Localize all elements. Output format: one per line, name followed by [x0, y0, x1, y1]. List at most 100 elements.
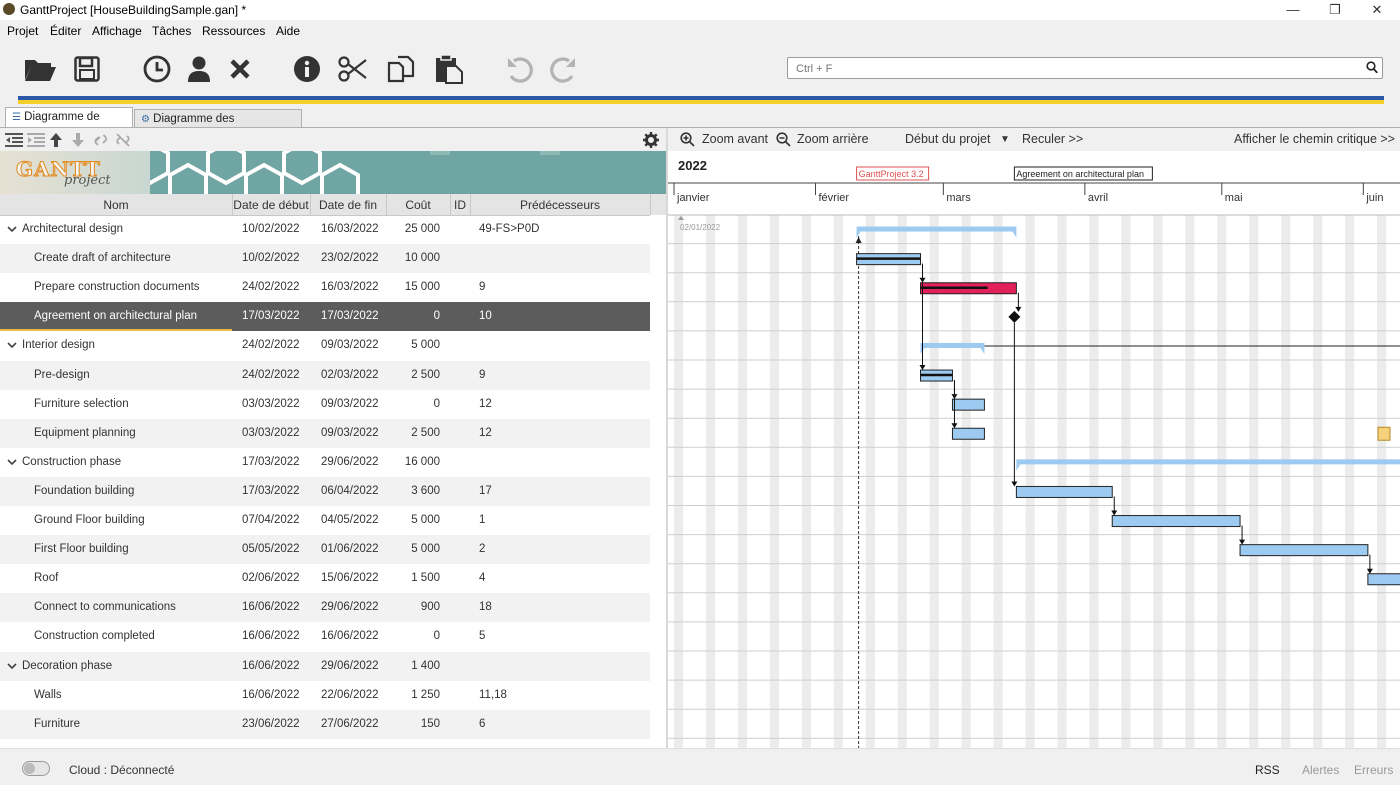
move-up-icon[interactable]: [49, 132, 63, 148]
task-group-row[interactable]: Architectural design10/02/202216/03/2022…: [0, 215, 650, 244]
task-row[interactable]: First Floor building05/05/202201/06/2022…: [0, 535, 650, 564]
save-icon[interactable]: [70, 52, 104, 86]
cut-icon[interactable]: [336, 52, 370, 86]
menu-aide[interactable]: Aide: [276, 24, 300, 38]
tab-resources[interactable]: ⚙ Diagramme des Ressources: [134, 109, 302, 127]
unindent-icon[interactable]: [5, 133, 23, 147]
task-predecessors: 4: [479, 572, 485, 584]
summary-bar-cap: [1012, 232, 1016, 238]
column-header-end[interactable]: Date de fin: [310, 198, 386, 212]
task-row[interactable]: Pre-design24/02/202202/03/20222 5009: [0, 361, 650, 390]
task-bar[interactable]: [952, 399, 984, 410]
alerts-link[interactable]: Alertes: [1302, 763, 1339, 777]
tab-gantt[interactable]: ☰ Diagramme de Gantt: [5, 107, 133, 128]
task-bar[interactable]: [1112, 516, 1240, 527]
close-button[interactable]: ✕: [1354, 0, 1400, 20]
task-name: Create draft of architecture: [34, 252, 171, 264]
copy-icon[interactable]: [384, 52, 418, 86]
chevron-down-icon[interactable]: [7, 340, 17, 350]
search-field[interactable]: [787, 57, 1383, 79]
note-icon[interactable]: [1378, 427, 1390, 440]
task-row[interactable]: Construction completed16/06/202216/06/20…: [0, 622, 650, 651]
task-predecessors: 12: [479, 398, 492, 410]
open-folder-icon[interactable]: [23, 52, 57, 86]
task-bar[interactable]: [952, 428, 984, 439]
zoom-in-button[interactable]: Zoom avant: [702, 132, 768, 146]
zoom-out-icon[interactable]: [776, 132, 791, 147]
gantt-chart[interactable]: 2022janvierfévriermarsavrilmaijuin02/01/…: [668, 151, 1400, 748]
task-cost: 16 000: [380, 456, 440, 468]
weekend-stripe: [1281, 215, 1290, 748]
paste-icon[interactable]: [432, 52, 466, 86]
task-row[interactable]: Ground Floor building07/04/202204/05/202…: [0, 506, 650, 535]
zoom-in-icon[interactable]: [680, 132, 695, 147]
chevron-down-icon[interactable]: [7, 457, 17, 467]
unlink-icon[interactable]: [115, 132, 131, 148]
task-row[interactable]: Furniture selection03/03/202209/03/20220…: [0, 390, 650, 419]
task-row[interactable]: Equipment planning03/03/202209/03/20222 …: [0, 419, 650, 448]
project-start-button[interactable]: Début du projet: [905, 132, 990, 146]
chevron-down-icon[interactable]: ▼: [1000, 134, 1010, 145]
back-button[interactable]: Reculer >>: [1022, 132, 1083, 146]
task-row[interactable]: Agreement on architectural plan17/03/202…: [0, 302, 650, 331]
summary-bar[interactable]: [921, 343, 985, 348]
errors-link[interactable]: Erreurs: [1354, 763, 1393, 777]
search-input[interactable]: [794, 60, 1358, 78]
critical-path-button[interactable]: Afficher le chemin critique >>: [1234, 132, 1395, 146]
summary-bar[interactable]: [857, 227, 1017, 232]
task-group-row[interactable]: Construction phase17/03/202229/06/202216…: [0, 448, 650, 477]
undo-icon[interactable]: [502, 52, 536, 86]
cloud-toggle[interactable]: [22, 761, 50, 776]
link-icon[interactable]: [93, 132, 109, 148]
task-bar[interactable]: [1240, 545, 1368, 556]
redo-icon[interactable]: [547, 52, 581, 86]
clock-icon[interactable]: [140, 52, 174, 86]
minimize-button[interactable]: —: [1270, 0, 1316, 20]
task-predecessors: 9: [479, 369, 485, 381]
menu-projet[interactable]: Projet: [7, 24, 38, 38]
month-label: avril: [1088, 192, 1108, 204]
menu-affichage[interactable]: Affichage: [92, 24, 142, 38]
task-end-date: 16/06/2022: [321, 630, 379, 642]
task-group-row[interactable]: Decoration phase16/06/202229/06/20221 40…: [0, 652, 650, 681]
delete-icon[interactable]: [223, 52, 257, 86]
summary-bar[interactable]: [1016, 459, 1400, 464]
task-row[interactable]: Foundation building17/03/202206/04/20223…: [0, 477, 650, 506]
milestone-diamond[interactable]: [1008, 311, 1020, 323]
menu-editer[interactable]: Éditer: [50, 24, 81, 38]
weekend-stripe: [898, 215, 907, 748]
menu-ressources[interactable]: Ressources: [202, 24, 265, 38]
indent-icon[interactable]: [27, 133, 45, 147]
info-icon[interactable]: [290, 52, 324, 86]
window-title: GanttProject [HouseBuildingSample.gan] *: [20, 3, 246, 17]
task-row[interactable]: Furniture23/06/202227/06/20221506: [0, 710, 650, 739]
column-header-id[interactable]: ID: [450, 198, 470, 212]
chevron-down-icon[interactable]: [7, 224, 17, 234]
task-row[interactable]: Walls16/06/202222/06/20221 25011,18: [0, 681, 650, 710]
weekend-stripe: [674, 215, 683, 748]
task-end-date: 09/03/2022: [321, 398, 379, 410]
chevron-down-icon[interactable]: [7, 661, 17, 671]
task-group-row[interactable]: Interior design24/02/202209/03/20225 000: [0, 331, 650, 360]
menu-taches[interactable]: Tâches: [152, 24, 191, 38]
column-header-cost[interactable]: Coût: [386, 198, 450, 212]
task-name: First Floor building: [34, 543, 129, 555]
settings-gear-icon[interactable]: [643, 132, 659, 148]
month-label: février: [819, 192, 850, 204]
task-row[interactable]: Roof02/06/202215/06/20221 5004: [0, 564, 650, 593]
task-row[interactable]: Create draft of architecture10/02/202223…: [0, 244, 650, 273]
month-label: mai: [1225, 192, 1243, 204]
task-row[interactable]: Connect to communications16/06/202229/06…: [0, 593, 650, 622]
move-down-icon[interactable]: [71, 132, 85, 148]
search-icon[interactable]: [1366, 61, 1378, 77]
zoom-out-button[interactable]: Zoom arrière: [797, 132, 869, 146]
task-row[interactable]: Prepare construction documents24/02/2022…: [0, 273, 650, 302]
person-icon[interactable]: [182, 52, 216, 86]
column-header-predecessors[interactable]: Prédécesseurs: [470, 198, 650, 212]
column-header-start[interactable]: Date de début: [232, 198, 310, 212]
maximize-button[interactable]: ❐: [1312, 0, 1358, 20]
task-bar[interactable]: [1016, 486, 1112, 497]
rss-link[interactable]: RSS: [1255, 763, 1280, 777]
task-bar[interactable]: [1368, 574, 1400, 585]
column-header-name[interactable]: Nom: [0, 198, 232, 212]
